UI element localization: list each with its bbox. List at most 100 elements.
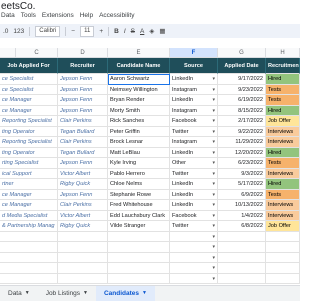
empty-cell[interactable]	[266, 231, 300, 242]
empty-cell[interactable]	[218, 263, 266, 274]
cell-candidate-name[interactable]: Chloe Nelms	[108, 179, 170, 190]
cell-candidate-name[interactable]: Rick Sanches	[108, 116, 170, 127]
cell-recruitment-status[interactable]: Interviews	[266, 137, 300, 148]
cell-job-applied-for[interactable]: d Media Specialist	[0, 210, 58, 221]
cell-recruiter[interactable]: Jepson Fenn	[58, 84, 108, 95]
cell-source[interactable]: LinkedIn ▾	[170, 95, 218, 106]
cell-candidate-name[interactable]: Edd Lauchsbury Clark	[108, 210, 170, 221]
dropdown-arrow-icon[interactable]: ▾	[212, 106, 215, 116]
cell-candidate-name[interactable]: Morty Smith	[108, 105, 170, 116]
cell-source[interactable]: LinkedIn ▾	[170, 147, 218, 158]
column-header-c[interactable]: C	[16, 48, 58, 58]
dropdown-arrow-icon[interactable]: ▾	[212, 274, 215, 284]
column-header-d[interactable]: D	[58, 48, 108, 58]
cell-source[interactable]: Instagram ▾	[170, 105, 218, 116]
cell-job-applied-for[interactable]: ting Operator	[0, 126, 58, 137]
cell-source[interactable]: LinkedIn ▾	[170, 189, 218, 200]
cell-candidate-name[interactable]: Bryan Render	[108, 95, 170, 106]
cell-recruitment-status[interactable]: Tests	[266, 84, 300, 95]
empty-cell[interactable]	[58, 263, 108, 274]
cell-applied-date[interactable]: 9/23/2022	[218, 84, 266, 95]
cell-recruiter[interactable]: Victor Albert	[58, 210, 108, 221]
empty-cell[interactable]	[218, 273, 266, 284]
cell-recruiter[interactable]: Victor Albert	[58, 168, 108, 179]
cell-job-applied-for[interactable]: ce Manager	[0, 105, 58, 116]
cell-recruitment-status[interactable]: Hired	[266, 179, 300, 190]
dropdown-arrow-icon[interactable]: ▾	[212, 148, 215, 158]
dropdown-arrow-icon[interactable]: ▾	[212, 169, 215, 179]
empty-cell[interactable]	[0, 263, 58, 274]
text-color-button[interactable]: A	[140, 28, 144, 35]
menu-help[interactable]: Help	[80, 12, 93, 23]
sheet-tab-candidates[interactable]: Candidates ▼	[95, 286, 155, 301]
cell-source[interactable]: LinkedIn ▾	[170, 200, 218, 211]
cell-recruitment-status[interactable]: Tests	[266, 95, 300, 106]
cell-applied-date[interactable]: 8/15/2022	[218, 105, 266, 116]
empty-cell[interactable]: ▾	[170, 273, 218, 284]
cell-recruiter[interactable]: Tegan Bullard	[58, 126, 108, 137]
cell-applied-date[interactable]: 5/17/2022	[218, 179, 266, 190]
empty-cell[interactable]	[266, 263, 300, 274]
font-size-increase-button[interactable]: +	[99, 28, 103, 35]
corner-cell[interactable]	[0, 48, 16, 58]
empty-cell[interactable]	[108, 242, 170, 253]
cell-source[interactable]: LinkedIn ▾	[170, 74, 218, 85]
cell-recruitment-status[interactable]: Interviews	[266, 126, 300, 137]
cell-recruitment-status[interactable]: Interviews	[266, 168, 300, 179]
dropdown-arrow-icon[interactable]: ▾	[212, 179, 215, 189]
cell-recruiter[interactable]: Clair Perkins	[58, 116, 108, 127]
sheet-tab-data[interactable]: Data ▼	[0, 286, 38, 301]
cell-recruiter[interactable]: Rigby Quick	[58, 179, 108, 190]
cell-recruiter[interactable]: Jepson Fenn	[58, 105, 108, 116]
empty-cell[interactable]	[108, 273, 170, 284]
cell-recruitment-status[interactable]: Interviews	[266, 210, 300, 221]
cell-candidate-name[interactable]: Pablo Herrero	[108, 168, 170, 179]
empty-cell[interactable]	[58, 242, 108, 253]
cell-applied-date[interactable]: 9/22/2022	[218, 126, 266, 137]
cell-source[interactable]: Twitter ▾	[170, 126, 218, 137]
cell-applied-date[interactable]: 11/29/2022	[218, 137, 266, 148]
cell-applied-date[interactable]: 2/17/2022	[218, 116, 266, 127]
cell-recruiter[interactable]: Clair Perkins	[58, 200, 108, 211]
font-size-input[interactable]: 11	[80, 25, 95, 37]
cell-applied-date[interactable]: 12/20/2022	[218, 147, 266, 158]
empty-cell[interactable]	[0, 273, 58, 284]
dropdown-arrow-icon[interactable]: ▾	[212, 190, 215, 200]
empty-cell[interactable]	[218, 252, 266, 263]
empty-cell[interactable]	[0, 252, 58, 263]
empty-cell[interactable]	[218, 231, 266, 242]
dropdown-arrow-icon[interactable]: ▾	[212, 263, 215, 273]
dropdown-arrow-icon[interactable]: ▾	[212, 137, 215, 147]
cell-job-applied-for[interactable]: & Partnership Manag	[0, 221, 58, 232]
cell-source[interactable]: Facebook ▾	[170, 116, 218, 127]
cell-source[interactable]: Facebook ▾	[170, 210, 218, 221]
cell-recruiter[interactable]: Jepson Fenn	[58, 158, 108, 169]
document-title[interactable]: eetsCo.	[1, 1, 35, 12]
cell-source[interactable]: Instagram ▾	[170, 137, 218, 148]
empty-cell[interactable]: ▾	[170, 242, 218, 253]
font-family-select[interactable]: Calibri	[35, 25, 61, 37]
column-header-h[interactable]: H	[266, 48, 300, 58]
cell-candidate-name[interactable]: Neimsey Willington	[108, 84, 170, 95]
cell-job-applied-for[interactable]: Reporting Specialist	[0, 116, 58, 127]
empty-cell[interactable]	[218, 242, 266, 253]
fill-color-icon[interactable]: ◈	[149, 27, 154, 35]
cell-recruitment-status[interactable]: Hired	[266, 105, 300, 116]
empty-cell[interactable]	[108, 263, 170, 274]
chevron-down-icon[interactable]: ▼	[83, 286, 88, 301]
cell-applied-date[interactable]: 6/23/2022	[218, 158, 266, 169]
column-header-f[interactable]: F	[170, 48, 218, 58]
cell-applied-date[interactable]: 1/4/2022	[218, 210, 266, 221]
empty-cell[interactable]: ▾	[170, 231, 218, 242]
cell-source[interactable]: Twitter ▾	[170, 221, 218, 232]
italic-button[interactable]: I	[124, 28, 126, 35]
cell-recruitment-status[interactable]: Interviews	[266, 200, 300, 211]
header-candidate-name[interactable]: Candidate Name	[108, 58, 170, 74]
dropdown-arrow-icon[interactable]: ▾	[212, 95, 215, 105]
cell-candidate-name[interactable]: Vilde Stranger	[108, 221, 170, 232]
cell-source[interactable]: Twitter ▾	[170, 168, 218, 179]
cell-recruitment-status[interactable]: Tests	[266, 189, 300, 200]
cell-applied-date[interactable]: 9/17/2022	[218, 74, 266, 85]
cell-candidate-name[interactable]: Kyle Irving	[108, 158, 170, 169]
cell-recruiter[interactable]: Jepson Fenn	[58, 189, 108, 200]
